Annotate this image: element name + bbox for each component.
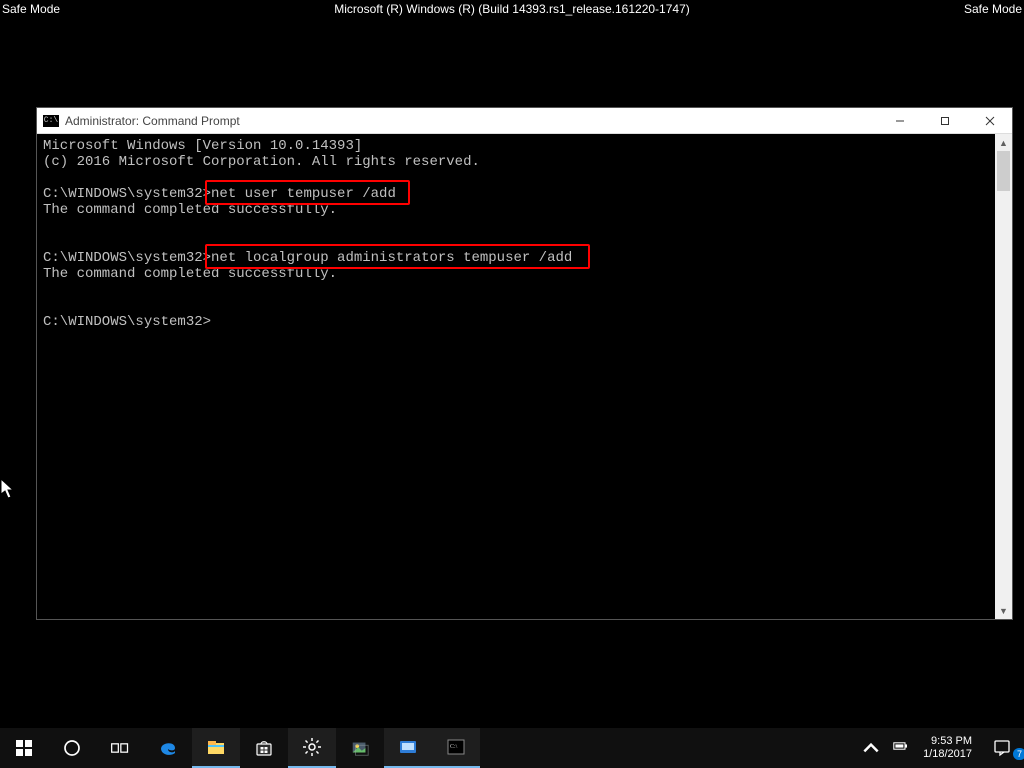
console-prompt: C:\WINDOWS\system32> bbox=[43, 250, 211, 266]
taskbar-left: C:\ bbox=[0, 728, 480, 768]
console-result-1: The command completed successfully. bbox=[43, 202, 337, 218]
close-button[interactable] bbox=[967, 108, 1012, 134]
titlebar[interactable]: C:\ Administrator: Command Prompt bbox=[37, 108, 1012, 134]
cortana-search-button[interactable] bbox=[48, 728, 96, 768]
safe-mode-label-top-left: Safe Mode bbox=[2, 2, 60, 16]
windows-store-button[interactable] bbox=[240, 728, 288, 768]
console-line-copyright: (c) 2016 Microsoft Corporation. All righ… bbox=[43, 154, 480, 170]
svg-text:C:\: C:\ bbox=[450, 744, 458, 750]
clock-date: 1/18/2017 bbox=[923, 748, 972, 761]
console-output[interactable]: Microsoft Windows [Version 10.0.14393] (… bbox=[37, 134, 1012, 619]
task-view-button[interactable] bbox=[96, 728, 144, 768]
tray-overflow-button[interactable] bbox=[855, 738, 887, 758]
console-prompt-cursor: C:\WINDOWS\system32> bbox=[43, 314, 211, 330]
scroll-thumb[interactable] bbox=[997, 151, 1010, 191]
control-panel-app-button[interactable] bbox=[384, 728, 432, 768]
taskbar-right: 9:53 PM 1/18/2017 7 bbox=[855, 728, 1024, 768]
mouse-cursor-icon bbox=[0, 478, 16, 500]
window-title: Administrator: Command Prompt bbox=[65, 114, 240, 128]
console-area: Microsoft Windows [Version 10.0.14393] (… bbox=[37, 134, 1012, 619]
safe-mode-label-top-right: Safe Mode bbox=[964, 2, 1022, 16]
cmd-icon: C:\ bbox=[43, 115, 59, 127]
minimize-button[interactable] bbox=[877, 108, 922, 134]
edge-browser-button[interactable] bbox=[144, 728, 192, 768]
console-result-2: The command completed successfully. bbox=[43, 266, 337, 282]
photos-app-button[interactable] bbox=[336, 728, 384, 768]
battery-icon[interactable] bbox=[893, 738, 909, 759]
clock-time: 9:53 PM bbox=[923, 735, 972, 748]
command-prompt-taskbar-button[interactable]: C:\ bbox=[432, 728, 480, 768]
system-tray bbox=[887, 738, 915, 759]
settings-button[interactable] bbox=[288, 728, 336, 768]
maximize-button[interactable] bbox=[922, 108, 967, 134]
action-center-button[interactable]: 7 bbox=[980, 738, 1024, 758]
windows-build-label: Microsoft (R) Windows (R) (Build 14393.r… bbox=[334, 2, 690, 16]
console-cmd-2: net localgroup administrators tempuser /… bbox=[211, 250, 572, 266]
command-prompt-window: C:\ Administrator: Command Prompt Micros… bbox=[37, 108, 1012, 619]
notification-count: 7 bbox=[1013, 748, 1024, 760]
clock[interactable]: 9:53 PM 1/18/2017 bbox=[915, 735, 980, 761]
start-button[interactable] bbox=[0, 728, 48, 768]
console-line-version: Microsoft Windows [Version 10.0.14393] bbox=[43, 138, 362, 154]
scroll-down-arrow[interactable]: ▼ bbox=[995, 602, 1012, 619]
scroll-up-arrow[interactable]: ▲ bbox=[995, 134, 1012, 151]
vertical-scrollbar[interactable]: ▲ ▼ bbox=[995, 134, 1012, 619]
console-cmd-1: net user tempuser /add bbox=[211, 186, 396, 202]
taskbar: C:\ 9:53 PM 1/18/2017 7 bbox=[0, 728, 1024, 768]
console-prompt: C:\WINDOWS\system32> bbox=[43, 186, 211, 202]
file-explorer-button[interactable] bbox=[192, 728, 240, 768]
